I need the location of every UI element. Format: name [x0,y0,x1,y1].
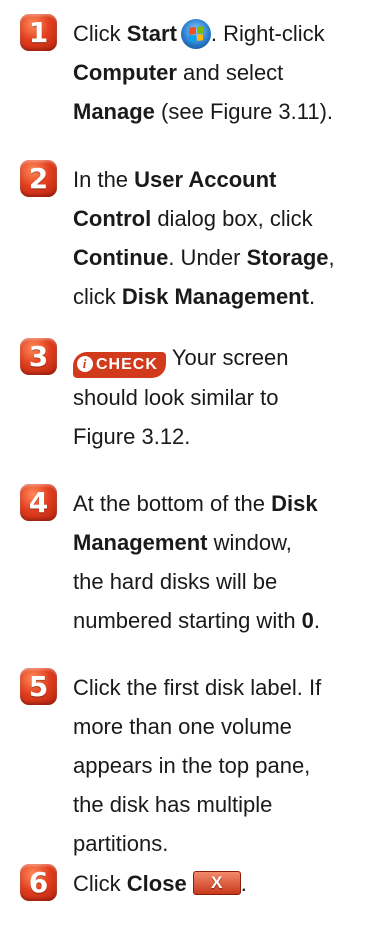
step-line: the hard disks will be [73,569,278,594]
check-label: CHECK [96,356,158,373]
step-number-badge: 6 [20,864,57,901]
step-text: Click the first disk label. If more than… [73,668,383,863]
step-line: the disk has multiple [73,792,273,817]
uac-label: User Account [134,167,277,192]
start-label: Start [126,21,177,46]
text: In the [73,167,135,192]
step-line: Click Close X. [73,864,383,903]
check-badge: i CHECK [73,352,166,378]
text: numbered starting with [73,608,302,633]
continue-label: Continue [73,245,169,270]
info-icon: i [77,356,93,372]
step-line: numbered starting with 0. [73,601,383,640]
step-line: more than one volume [73,714,292,739]
text: dialog box, click [151,206,313,231]
text: Click [73,21,127,46]
manage-label: Manage [73,99,155,124]
step-line: Computer and select [73,53,383,92]
disk-management-label: Disk Management [121,284,309,309]
step-line: should look similar to [73,385,279,410]
step-line: click Disk Management. [73,277,383,316]
step-line: partitions. [73,831,169,856]
text: (see Figure 3.11). [154,99,334,124]
step-number-badge: 5 [20,668,57,705]
step-number-badge: 2 [20,160,57,197]
step-text: Click Start . Right-click Computer and se… [73,14,383,131]
step-text: i CHECK Your screen should look similar to… [73,338,383,456]
disk-management-label: Management [73,530,208,555]
step-text: Click Close X. [73,864,383,903]
text: Your screen [171,345,289,370]
storage-label: Storage [246,245,329,270]
computer-label: Computer [73,60,177,85]
close-label: Close [126,871,187,896]
step-line: At the bottom of the Disk [73,484,383,523]
step-line: Click Start . Right-click [73,14,383,53]
step-line: Control dialog box, click [73,199,383,238]
text: . [240,871,247,896]
text: and select [176,60,284,85]
step-line: Click the first disk label. If [73,675,322,700]
text: window, [207,530,292,555]
steps-list: 1 Click Start . Right-click Computer and … [0,0,383,927]
step-line: Management window, [73,523,383,562]
step-line: Manage (see Figure 3.11). [73,92,383,131]
step-number-badge: 3 [20,338,57,375]
text: Click [73,871,127,896]
text: . Right-click [210,21,325,46]
step-number-badge: 1 [20,14,57,51]
step-line: In the User Account [73,160,383,199]
windows-start-icon [180,19,211,49]
text: , [328,245,335,270]
close-icon: X [211,873,223,892]
close-button-icon: X [192,871,241,895]
text: At the bottom of the [73,491,272,516]
zero-label: 0 [301,608,314,633]
uac-label: Control [73,206,152,231]
disk-management-label: Disk [271,491,318,516]
text: . [308,284,316,309]
step-line: i CHECK Your screen [73,338,383,378]
step-text: At the bottom of the Disk Management win… [73,484,383,640]
step-line: appears in the top pane, [73,753,311,778]
step-line: Continue. Under Storage, [73,238,383,277]
step-number-badge: 4 [20,484,57,521]
text: . [313,608,321,633]
step-text: In the User Account Control dialog box, … [73,160,383,316]
text: click [73,284,122,309]
text: . Under [168,245,247,270]
step-line: Figure 3.12. [73,424,191,449]
